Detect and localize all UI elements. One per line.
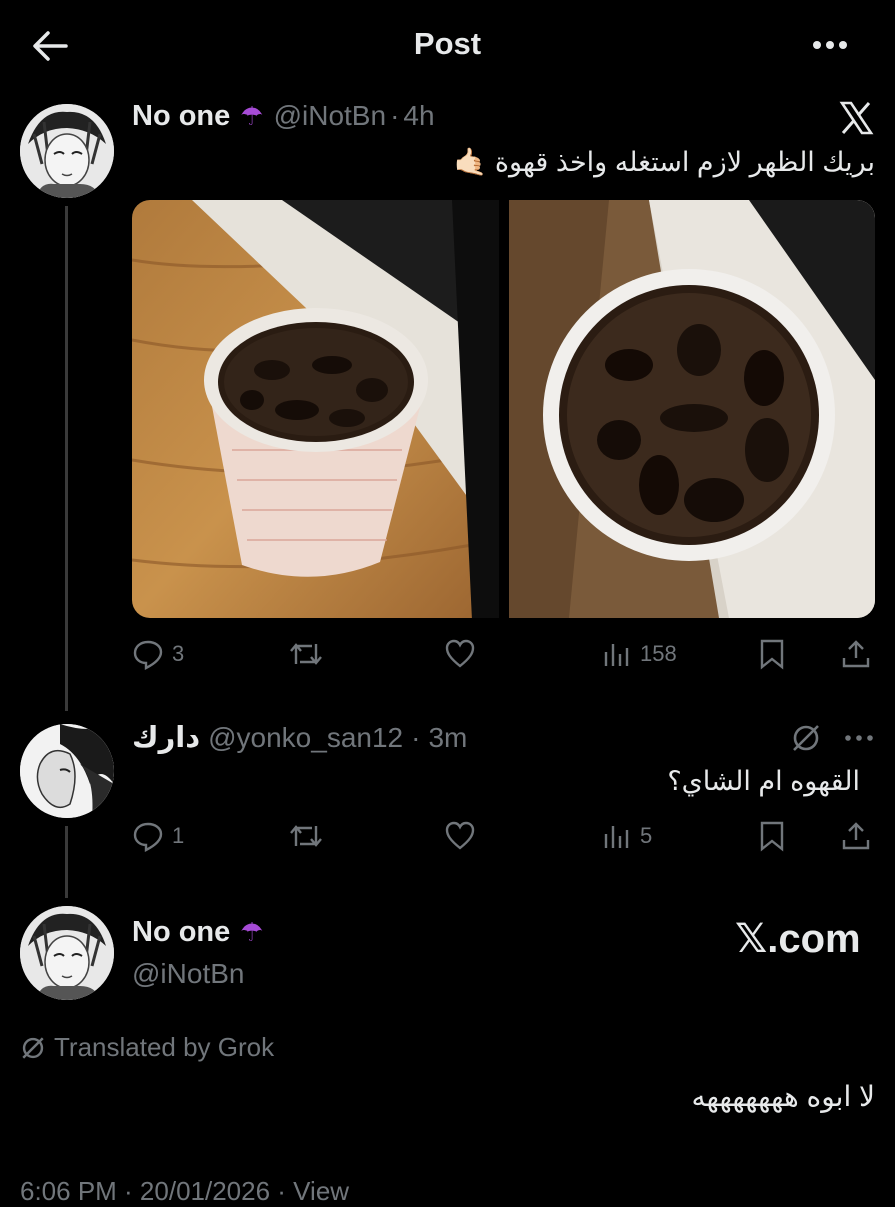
page-title: Post [413,26,482,61]
repost-icon [290,825,322,847]
more-button[interactable] [808,30,852,60]
post-timestamp[interactable]: 6:06 PM · 20/01/2026 · View [20,1176,349,1207]
reply-header: دارك @yonko_san12 · 3m [132,720,467,755]
author-handle[interactable]: @iNotBn [132,958,244,990]
views-icon [604,826,629,848]
umbrella-icon: ☂ [240,917,264,947]
translated-text: Translated by Grok [54,1032,275,1062]
post-media[interactable] [132,200,875,618]
like-button[interactable] [444,820,476,852]
x-logo-icon[interactable] [838,100,874,136]
like-icon [445,821,475,850]
views-button[interactable]: 158 [602,638,677,670]
umbrella-icon: ☂ [240,101,264,131]
translated-label[interactable]: Translated by Grok [20,1032,274,1063]
share-icon [842,640,870,668]
like-icon [445,639,475,668]
thread-line [65,206,68,711]
coffee-top-photo [509,200,875,618]
reply-button[interactable]: 3 [132,638,184,670]
reply-count: 3 [172,641,185,666]
reply-icon [133,822,163,852]
author-handle[interactable]: @iNotBn [274,100,386,132]
reply-time[interactable]: 3m [428,722,467,754]
post-text: بريك الظهر لازم استغله واخذ قهوة 🤙🏻 [453,147,875,177]
photo-2[interactable] [509,200,875,618]
avatar[interactable] [20,724,114,818]
more-icon [813,41,847,49]
repost-button[interactable] [288,820,324,852]
author-name[interactable]: No one [132,100,230,133]
separator: · [390,100,400,131]
thread-line [65,826,68,898]
bookmark-button[interactable] [758,638,786,670]
repost-icon [290,643,322,665]
avatar-illustration [20,104,114,198]
separator: · [411,722,421,753]
views-icon [604,644,629,666]
x-com-watermark: 𝕏.com [735,917,861,961]
main-text: لا ابوه هههههههه [691,1081,875,1112]
grok-icon [22,1036,44,1059]
avatar[interactable] [20,906,114,1000]
share-icon [842,822,870,850]
author-name[interactable]: No one [132,916,230,949]
views-count: 5 [640,823,653,848]
grok-icon[interactable] [790,722,822,754]
views-count: 158 [640,641,677,666]
avatar-illustration [20,906,114,1000]
reply-text: القهوه ام الشاي؟ [667,766,860,796]
author-name[interactable]: دارك [132,720,200,755]
repost-button[interactable] [288,638,324,670]
avatar-illustration [20,724,114,818]
post-time[interactable]: 4h [403,100,434,132]
post-header: No one ☂ @iNotBn · 4h [132,100,435,133]
author-handle[interactable]: @yonko_san12 [208,722,403,754]
bookmark-icon [760,639,784,670]
bookmark-button[interactable] [758,820,786,852]
more-icon[interactable] [842,726,876,750]
share-button[interactable] [840,638,872,670]
bookmark-icon [760,821,784,852]
reply-count: 1 [172,823,185,848]
coffee-cup-photo [132,200,499,618]
share-button[interactable] [840,820,872,852]
main-author: No one ☂ [132,916,264,949]
reply-button[interactable]: 1 [132,820,184,852]
like-button[interactable] [444,638,476,670]
reply-icon [133,640,163,670]
photo-1[interactable] [132,200,499,618]
avatar[interactable] [20,104,114,198]
views-button[interactable]: 5 [602,820,652,852]
